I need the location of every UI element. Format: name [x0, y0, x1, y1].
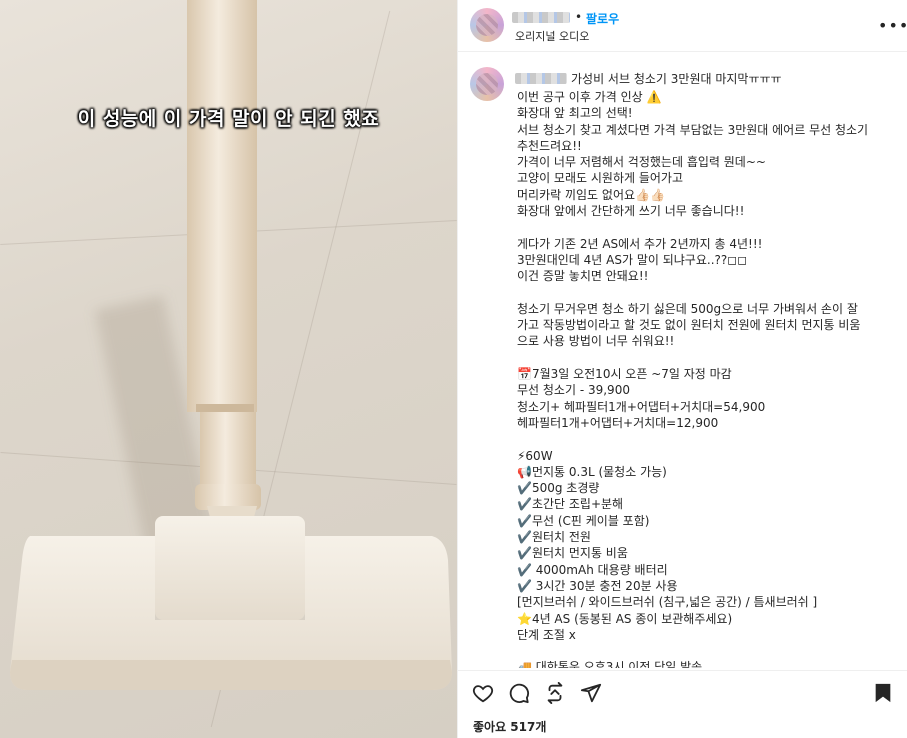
- caption-line: 이번 공구 이후 가격 인상 ⚠️: [517, 90, 662, 104]
- action-bar: [458, 670, 907, 714]
- caption-area: 가성비 서브 청소기 3만원대 마지막ㅠㅠㅠ 이번 공구 이후 가격 인상 ⚠️…: [458, 53, 907, 668]
- caption-line: 게다가 기존 2년 AS에서 추가 2년까지 총 4년!!!: [517, 236, 763, 251]
- caption-line: ✔️무선 (C핀 케이블 포함): [517, 513, 650, 528]
- caption-line: ✔️원터치 전원: [517, 530, 591, 545]
- caption-line: 가고 작동방법이라고 할 것도 없이 원터치 전원에 원터치 먼지통 비움: [517, 318, 861, 333]
- caption-line: ⭐4년 AS (동봉된 AS 종이 보관해주세요): [517, 611, 733, 626]
- caption-line: ⚡60W: [517, 448, 553, 463]
- separator-dot: •: [575, 10, 583, 24]
- share-icon[interactable]: [580, 682, 602, 704]
- caption-line: 추천드려요!!: [517, 138, 582, 153]
- caption-line: 서브 청소기 찾고 계셨다면 가격 부담없는 3만원대 에어르 무선 청소기: [517, 122, 869, 137]
- caption-line: 이건 증말 놓치면 안돼요!!: [517, 269, 649, 284]
- caption-line: 3만원대인데 4년 AS가 말이 되냐구요..??◻◻: [517, 252, 748, 267]
- caption-line: [517, 431, 897, 447]
- caption-line: [517, 219, 897, 235]
- media-overlay-text: 이 성능에 이 가격 말이 안 되긴 했죠: [77, 108, 380, 130]
- caption-line: 화장대 앞에서 간단하게 쓰기 너무 좋습니다!!: [517, 204, 745, 219]
- caption-line: ✔️초간단 조립+분해: [517, 497, 624, 512]
- caption-line: 📅7월3일 오전10시 오픈 ~7일 자정 마감: [517, 367, 732, 382]
- caption-line: ✔️500g 초경량: [517, 481, 600, 496]
- caption-line: [517, 350, 897, 366]
- repost-icon[interactable]: [544, 682, 566, 704]
- caption-line: ✔️ 3시간 30분 충전 20분 사용: [517, 578, 678, 593]
- caption-line: 화장대 앞 최고의 선택!: [517, 106, 633, 121]
- caption-line: 가격이 너무 저렴해서 걱정했는데 흡입력 뭔데~~: [517, 155, 766, 170]
- comment-icon[interactable]: [508, 682, 530, 704]
- caption-line: 청소기+ 헤파필터1개+어댑터+거치대=54,900: [517, 399, 766, 414]
- author-avatar[interactable]: [470, 8, 504, 42]
- caption-line: 무선 청소기 - 39,900: [517, 383, 630, 398]
- heart-icon[interactable]: [472, 682, 494, 704]
- caption-line: [517, 643, 897, 659]
- likes-count[interactable]: 좋아요 517개: [473, 718, 546, 735]
- caption-line: 으로 사용 방법이 너무 쉬워요!!: [517, 334, 675, 349]
- caption-line: [먼지브러쉬 / 와이드브러쉬 (침구,넓은 공간) / 틈새브러쉬 ]: [517, 595, 818, 610]
- post-detail-panel: • 팔로우 오리지널 오디오 ••• 가성비 서브 청소기 3만원대 마지막ㅠㅠ…: [457, 0, 907, 738]
- post-media[interactable]: 이 성능에 이 가격 말이 안 되긴 했죠: [0, 0, 457, 738]
- caption-line: 머리카락 끼임도 없어요👍🏻👍🏻: [517, 187, 665, 202]
- author-username-blurred[interactable]: [512, 12, 570, 23]
- caption-header: 가성비 서브 청소기 3만원대 마지막ㅠㅠㅠ: [515, 71, 895, 87]
- caption-line: ✔️원터치 먼지통 비움: [517, 546, 628, 561]
- caption-line: 단계 조절 x: [517, 627, 576, 642]
- caption-line: ✔️ 4000mAh 대용량 배터리: [517, 562, 668, 577]
- caption-line: 고양이 모래도 시원하게 들어가고: [517, 171, 684, 186]
- caption-line: 📢먼지통 0.3L (물청소 가능): [517, 464, 667, 479]
- caption-line: 🚚 대한통운 오후3시 이전 당일 발송: [517, 660, 703, 668]
- caption-line: [517, 285, 897, 301]
- caption-username-blurred[interactable]: [515, 73, 567, 84]
- post-header: • 팔로우 오리지널 오디오 •••: [458, 0, 907, 52]
- bookmark-icon[interactable]: [872, 682, 894, 704]
- caption-title: 가성비 서브 청소기 3만원대 마지막ㅠㅠㅠ: [571, 72, 782, 86]
- caption-author-avatar[interactable]: [470, 67, 504, 101]
- caption-line: 헤파필터1개+어댑터+거치대=12,900: [517, 415, 719, 430]
- more-options-icon[interactable]: •••: [878, 16, 907, 35]
- caption-body: 이번 공구 이후 가격 인상 ⚠️ 화장대 앞 최고의 선택! 서브 청소기 찾고 …: [517, 89, 897, 668]
- follow-button[interactable]: 팔로우: [586, 10, 619, 27]
- caption-line: 청소기 무거우면 청소 하기 싫은데 500g으로 너무 가벼워서 손이 잘: [517, 301, 858, 316]
- audio-label[interactable]: 오리지널 오디오: [515, 28, 589, 44]
